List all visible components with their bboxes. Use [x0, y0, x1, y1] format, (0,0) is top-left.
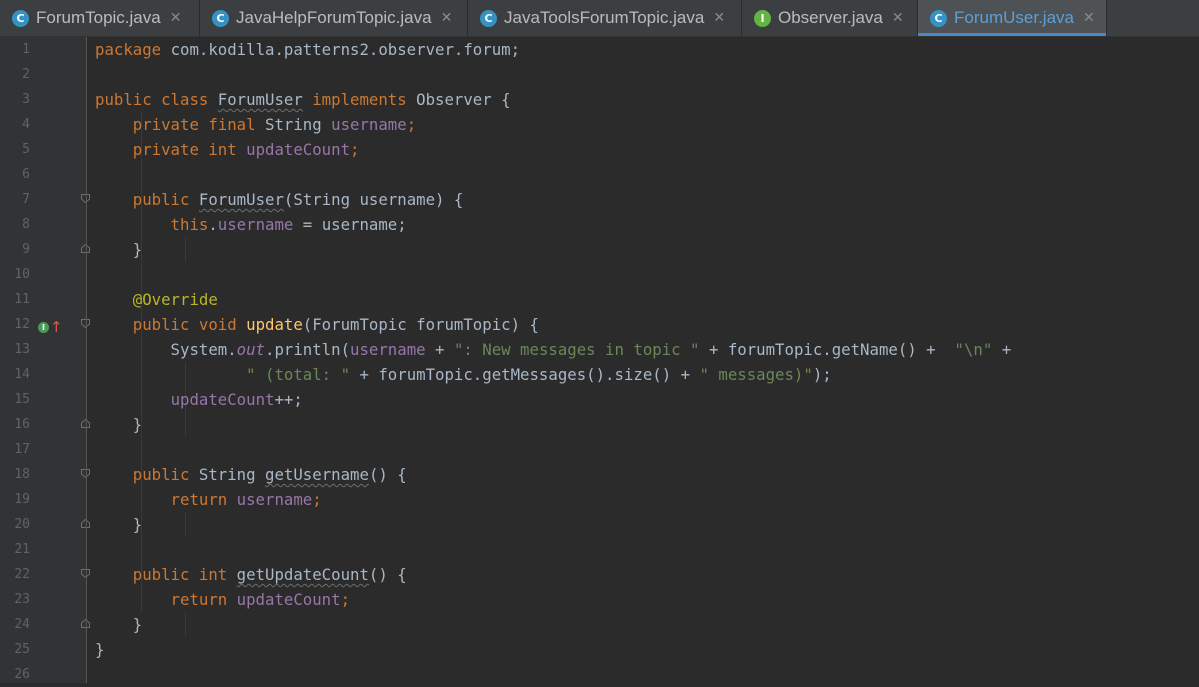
tab-forumuser[interactable]: C ForumUser.java ✕ — [918, 0, 1107, 36]
code-line-1: package com.kodilla.patterns2.observer.f… — [95, 40, 521, 59]
tab-javahelpforumtopic[interactable]: C JavaHelpForumTopic.java ✕ — [200, 0, 468, 36]
line-number: 13 — [14, 342, 30, 357]
line-number: 1 — [22, 42, 30, 57]
code-line-16: } — [95, 415, 143, 434]
line-number: 8 — [22, 217, 30, 232]
code-line-23: return updateCount; — [95, 590, 351, 609]
tab-label: ForumUser.java — [954, 8, 1074, 27]
tab-observer[interactable]: I Observer.java ✕ — [742, 0, 918, 36]
editor-gutter[interactable]: 1 2 3 4 5 6 7 8 9 10 11 12 13 14 15 16 1… — [0, 37, 90, 683]
line-number: 11 — [14, 292, 30, 307]
tab-label: ForumTopic.java — [36, 8, 161, 27]
line-number: 19 — [14, 492, 30, 507]
code-line-5: private int updateCount; — [95, 140, 360, 159]
editor-tab-bar: C ForumTopic.java ✕ C JavaHelpForumTopic… — [0, 0, 1199, 37]
class-icon: C — [930, 9, 947, 27]
code-line-24: } — [95, 615, 143, 634]
line-number: 18 — [14, 467, 30, 482]
code-line-12: public void update(ForumTopic forumTopic… — [95, 315, 539, 334]
close-icon[interactable]: ✕ — [1083, 10, 1095, 26]
line-number: 6 — [22, 167, 30, 182]
tab-label: Observer.java — [778, 8, 883, 27]
code-line-4: private final String username; — [95, 115, 417, 134]
implements-method-marker[interactable]: I ↑ — [38, 318, 63, 336]
line-number: 17 — [14, 442, 30, 457]
code-line-7: public ForumUser(String username) { — [95, 190, 464, 209]
line-number: 20 — [14, 517, 30, 532]
class-icon: C — [212, 9, 229, 27]
close-icon[interactable]: ✕ — [713, 10, 725, 26]
code-line-11: @Override — [95, 290, 218, 309]
code-line-15: updateCount++; — [170, 390, 303, 409]
tab-javatoolsforumtopic[interactable]: C JavaToolsForumTopic.java ✕ — [468, 0, 742, 36]
arrow-up-icon: ↑ — [50, 318, 63, 336]
line-number: 26 — [14, 667, 30, 682]
line-number: 24 — [14, 617, 30, 632]
line-number: 15 — [14, 392, 30, 407]
line-number: 25 — [14, 642, 30, 657]
line-number: 10 — [14, 267, 30, 282]
code-line-8: this.username = username; — [95, 215, 407, 234]
class-icon: C — [480, 9, 497, 27]
line-number: 21 — [14, 542, 30, 557]
code-line-19: return username; — [95, 490, 322, 509]
line-number: 4 — [22, 117, 30, 132]
interface-icon: I — [754, 9, 771, 27]
code-line-3: public class ForumUser implements Observ… — [95, 90, 511, 109]
line-number: 16 — [14, 417, 30, 432]
interface-icon: I — [38, 321, 49, 333]
code-line-20: } — [95, 515, 143, 534]
gutter-divider — [86, 37, 87, 683]
close-icon[interactable]: ✕ — [892, 10, 904, 26]
code-line-22: public int getUpdateCount() { — [95, 565, 407, 584]
line-number: 22 — [14, 567, 30, 582]
tab-label: JavaHelpForumTopic.java — [236, 8, 432, 27]
close-icon[interactable]: ✕ — [441, 10, 453, 26]
code-line-25: } — [95, 640, 105, 659]
code-line-14: " (total: " + forumTopic.getMessages().s… — [246, 365, 832, 384]
line-number: 9 — [22, 242, 30, 257]
line-number: 14 — [14, 367, 30, 382]
code-editor[interactable]: package com.kodilla.patterns2.observer.f… — [95, 37, 1011, 687]
line-number: 7 — [22, 192, 30, 207]
tab-forumtopic[interactable]: C ForumTopic.java ✕ — [0, 0, 200, 36]
tab-label: JavaToolsForumTopic.java — [504, 8, 705, 27]
code-line-18: public String getUsername() { — [95, 465, 407, 484]
code-line-9: } — [95, 240, 143, 259]
line-number: 12 — [14, 317, 30, 332]
code-line-13: System.out.println(username + ": New mes… — [95, 340, 1012, 359]
line-number: 3 — [22, 92, 30, 107]
line-number: 5 — [22, 142, 30, 157]
class-icon: C — [12, 9, 29, 27]
line-number: 23 — [14, 592, 30, 607]
close-icon[interactable]: ✕ — [170, 10, 182, 26]
line-number: 2 — [22, 67, 30, 82]
